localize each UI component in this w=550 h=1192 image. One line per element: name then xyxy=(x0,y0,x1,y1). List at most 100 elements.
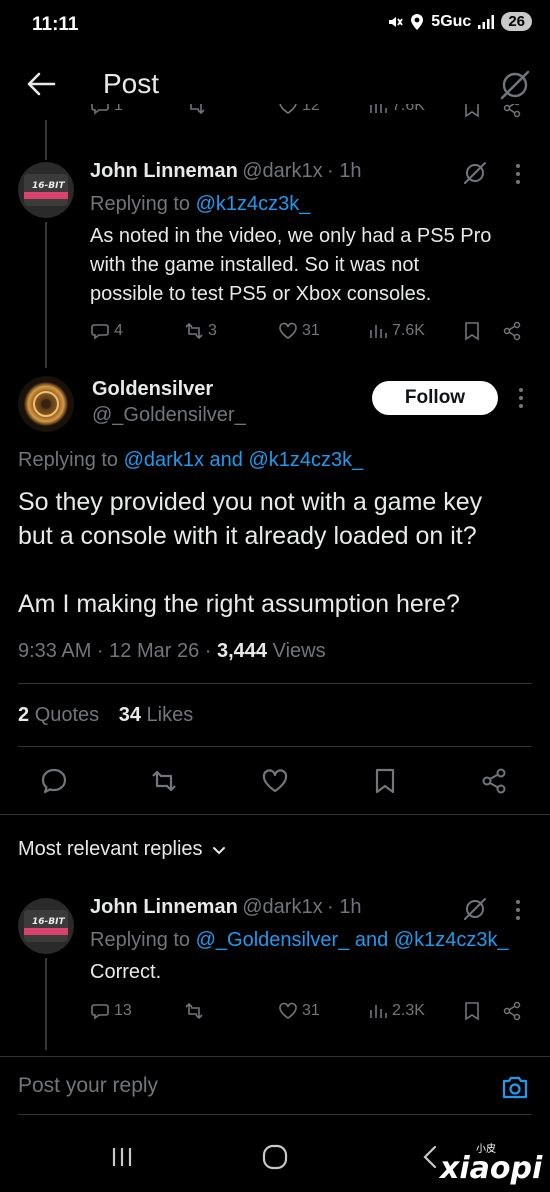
avatar-16bit-image: 16-BIT xyxy=(18,898,74,954)
back-arrow-icon[interactable] xyxy=(26,70,56,98)
reply-action[interactable]: 4 xyxy=(90,321,123,341)
grok-icon[interactable] xyxy=(462,160,488,186)
xiaopi-watermark-logo: xiaopi 小皮 xyxy=(438,1142,543,1186)
quotes-link[interactable]: 2 Quotes xyxy=(18,704,99,726)
share-icon[interactable] xyxy=(502,104,522,118)
reply-icon xyxy=(91,104,109,115)
repost-icon xyxy=(190,104,205,115)
bookmark-icon[interactable] xyxy=(462,321,482,341)
views-icon xyxy=(370,104,387,113)
repost-action[interactable]: 3 xyxy=(184,321,217,341)
status-time: 11:11 xyxy=(32,14,79,35)
more-options-icon[interactable] xyxy=(517,387,525,409)
post-time: · 1h xyxy=(327,896,362,918)
mention-link[interactable]: @k1z4cz3k_ xyxy=(196,193,311,215)
divider xyxy=(18,746,532,747)
sort-replies-dropdown[interactable]: Most relevant replies xyxy=(18,838,227,861)
repost-icon xyxy=(185,322,203,340)
avatar[interactable]: 16-BIT xyxy=(18,898,74,954)
author-name[interactable]: John Linneman xyxy=(90,896,238,918)
reply-input[interactable]: Post your reply xyxy=(18,1074,158,1098)
views-count: 3,444 xyxy=(216,640,268,662)
post-text-paragraph: Am I making the right assumption here? xyxy=(18,590,460,618)
likes-link[interactable]: 34 Likes xyxy=(119,704,194,726)
battery-indicator: 26 xyxy=(501,12,532,31)
camera-icon[interactable] xyxy=(501,1074,529,1100)
avatar-goldensilver-image xyxy=(18,376,74,432)
replying-to: Replying to @k1z4cz3k_ xyxy=(90,193,311,215)
svg-text:16-BIT: 16-BIT xyxy=(32,917,65,927)
post-time: · 1h xyxy=(327,160,362,182)
svg-text:小皮: 小皮 xyxy=(476,1142,496,1155)
share-icon[interactable] xyxy=(502,1001,522,1021)
like-action[interactable]: 31 xyxy=(278,1001,320,1021)
views-action[interactable]: 7.6K xyxy=(368,104,425,116)
views-icon xyxy=(370,325,387,338)
reply-icon xyxy=(91,1004,109,1020)
grok-icon[interactable] xyxy=(462,896,488,922)
repost-icon[interactable] xyxy=(150,767,178,795)
avatar-16bit-image: 16-BIT xyxy=(18,162,74,218)
location-icon xyxy=(411,13,424,30)
heart-icon[interactable] xyxy=(261,767,289,795)
post-meta: 9:33 AM · 12 Mar 26 · 3,444 Views xyxy=(18,640,326,662)
mention-link[interactable]: @dark1x and @k1z4cz3k_ xyxy=(124,449,364,471)
replying-to: Replying to @_Goldensilver_ and @k1z4cz3… xyxy=(90,929,509,951)
thread-connector xyxy=(45,222,47,368)
partial-action-row: 1 12 7.6K xyxy=(0,104,550,124)
reply-icon[interactable] xyxy=(40,767,68,795)
reply1-header: John Linneman @dark1x · 1h xyxy=(90,160,362,183)
status-icons: 5Guc 26 xyxy=(387,12,532,31)
repost-icon xyxy=(185,1002,203,1020)
like-action[interactable]: 31 xyxy=(278,321,320,341)
reply-icon xyxy=(91,324,109,340)
network-label: 5Guc xyxy=(431,12,472,30)
reply2-header: John Linneman @dark1x · 1h xyxy=(90,896,362,919)
author-handle[interactable]: @dark1x xyxy=(242,160,322,182)
signal-icon xyxy=(478,14,495,29)
more-options-icon[interactable] xyxy=(514,163,522,185)
engagement-stats: 2 Quotes 34 Likes xyxy=(18,704,193,727)
heart-icon xyxy=(279,322,297,339)
bookmark-icon[interactable] xyxy=(462,1001,482,1021)
like-action[interactable]: 12 xyxy=(278,104,320,116)
author-name[interactable]: Goldensilver xyxy=(92,378,213,401)
post-text: So they provided you not with a game key… xyxy=(18,488,483,550)
more-options-icon[interactable] xyxy=(514,899,522,921)
avatar[interactable]: 16-BIT xyxy=(18,162,74,218)
repost-action[interactable] xyxy=(184,1001,204,1021)
reply-text: As noted in the video, we only had a PS5… xyxy=(90,225,492,305)
mention-link[interactable]: @_Goldensilver_ and @k1z4cz3k_ xyxy=(196,929,509,951)
composer-underline xyxy=(18,1114,532,1115)
follow-button[interactable]: Follow xyxy=(372,381,498,415)
reply-action[interactable]: 13 xyxy=(90,1001,132,1021)
back-icon[interactable] xyxy=(422,1145,438,1169)
author-handle[interactable]: @_Goldensilver_ xyxy=(92,404,246,427)
repost-action[interactable] xyxy=(186,104,206,116)
views-action[interactable]: 7.6K xyxy=(368,321,425,341)
home-icon[interactable] xyxy=(262,1144,288,1170)
views-action[interactable]: 2.3K xyxy=(368,1001,425,1021)
reply-action[interactable]: 1 xyxy=(90,104,123,116)
author-name[interactable]: John Linneman xyxy=(90,160,238,182)
divider xyxy=(18,683,532,684)
author-handle[interactable]: @dark1x xyxy=(242,896,322,918)
recent-apps-icon[interactable] xyxy=(110,1146,134,1168)
thread-connector xyxy=(45,958,47,1050)
bookmark-icon[interactable] xyxy=(462,104,482,118)
thread-connector xyxy=(45,120,47,160)
reply-text: Correct. xyxy=(90,961,162,983)
bookmark-icon[interactable] xyxy=(371,767,399,795)
share-icon[interactable] xyxy=(502,321,522,341)
avatar[interactable] xyxy=(18,376,74,432)
share-icon[interactable] xyxy=(480,767,508,795)
replying-to: Replying to @dark1x and @k1z4cz3k_ xyxy=(18,449,364,471)
grok-icon[interactable] xyxy=(498,68,532,102)
chevron-down-icon xyxy=(212,846,225,854)
svg-text:16-BIT: 16-BIT xyxy=(32,181,65,191)
divider xyxy=(0,814,550,815)
svg-text:xiaopi: xiaopi xyxy=(438,1151,543,1186)
heart-icon xyxy=(279,104,297,114)
views-icon xyxy=(370,1005,387,1018)
page-title: Post xyxy=(103,68,160,99)
